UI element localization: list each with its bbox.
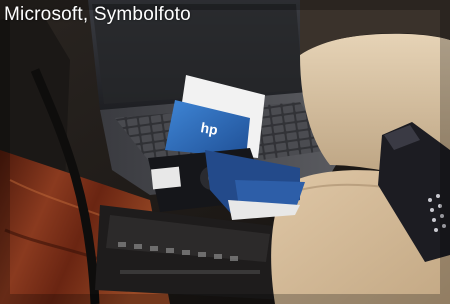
- photo-caption: Microsoft, Symbolfoto: [4, 4, 191, 25]
- photo-scene: hp: [0, 0, 450, 304]
- svg-text:hp: hp: [199, 119, 219, 138]
- photo: hp Microsoft, Symbolfoto: [0, 0, 450, 304]
